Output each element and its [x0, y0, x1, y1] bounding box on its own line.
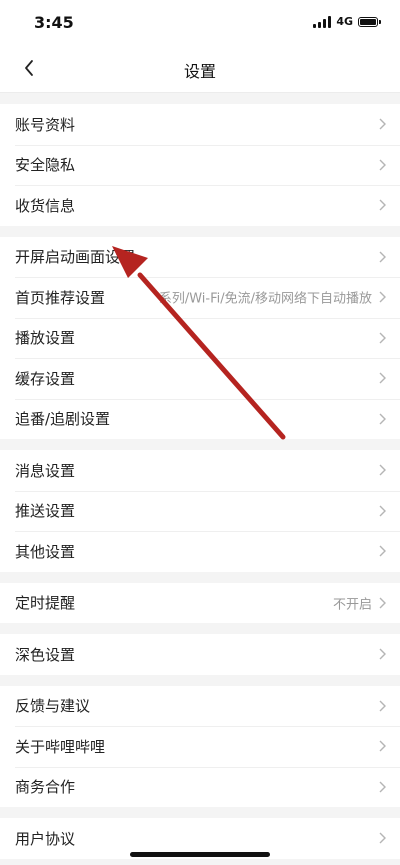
settings-row-dark-mode[interactable]: 深色设置 — [0, 634, 400, 675]
settings-group-about: 反馈与建议 关于哔哩哔哩 商务合作 — [0, 685, 400, 808]
chevron-right-icon — [379, 251, 386, 263]
settings-row-splash-screen[interactable]: 开屏启动画面设置 — [0, 237, 400, 278]
navigation-bar: 设置 — [0, 44, 400, 93]
row-label: 安全隐私 — [15, 156, 76, 175]
chevron-right-icon — [379, 545, 386, 557]
settings-group-reminder: 定时提醒 不开启 — [0, 582, 400, 624]
settings-row-timed-reminder[interactable]: 定时提醒 不开启 — [0, 583, 400, 624]
settings-group-notifications: 消息设置 推送设置 其他设置 — [0, 450, 400, 572]
row-label: 深色设置 — [15, 645, 76, 664]
settings-row-cache[interactable]: 缓存设置 — [0, 358, 400, 399]
row-label: 推送设置 — [15, 502, 76, 521]
chevron-right-icon — [379, 740, 386, 752]
row-label: 反馈与建议 — [15, 697, 91, 716]
chevron-right-icon — [379, 700, 386, 712]
row-value: 系列/Wi-Fi/免流/移动网络下自动播放 — [158, 291, 372, 307]
chevron-right-icon — [379, 597, 386, 609]
chevron-right-icon — [379, 505, 386, 517]
settings-row-feedback[interactable]: 反馈与建议 — [0, 686, 400, 727]
row-label: 消息设置 — [15, 461, 76, 480]
row-label: 账号资料 — [15, 115, 76, 134]
settings-row-security-privacy[interactable]: 安全隐私 — [0, 144, 400, 186]
chevron-right-icon — [379, 332, 386, 344]
status-bar: 3:45 4G — [0, 0, 400, 44]
row-label: 其他设置 — [15, 542, 76, 561]
row-label: 用户协议 — [15, 829, 76, 848]
settings-row-about[interactable]: 关于哔哩哔哩 — [0, 726, 400, 767]
chevron-right-icon — [379, 118, 386, 130]
settings-row-home-recommend[interactable]: 首页推荐设置 系列/Wi-Fi/免流/移动网络下自动播放 — [0, 277, 400, 318]
chevron-right-icon — [379, 159, 386, 171]
row-label: 播放设置 — [15, 329, 76, 348]
chevron-right-icon — [379, 199, 386, 211]
row-value: 不开启 — [332, 597, 372, 613]
settings-row-message[interactable]: 消息设置 — [0, 450, 400, 491]
network-label: 4G — [336, 15, 353, 28]
row-label: 商务合作 — [15, 778, 76, 797]
page-title: 设置 — [183, 62, 216, 81]
settings-row-follow-series[interactable]: 追番/追剧设置 — [0, 398, 400, 440]
chevron-right-icon — [379, 464, 386, 476]
chevron-right-icon — [379, 781, 386, 793]
settings-row-account-profile[interactable]: 账号资料 — [0, 104, 400, 145]
status-time: 3:45 — [34, 13, 74, 32]
row-label: 追番/追剧设置 — [15, 410, 111, 429]
row-label: 定时提醒 — [15, 594, 76, 613]
signal-icon — [313, 15, 332, 28]
settings-row-push[interactable]: 推送设置 — [0, 490, 400, 532]
settings-group-account: 账号资料 安全隐私 收货信息 — [0, 104, 400, 226]
settings-row-other[interactable]: 其他设置 — [0, 531, 400, 572]
settings-group-playback: 开屏启动画面设置 首页推荐设置 系列/Wi-Fi/免流/移动网络下自动播放 播放… — [0, 236, 400, 440]
row-label: 开屏启动画面设置 — [15, 248, 136, 267]
row-label: 关于哔哩哔哩 — [15, 737, 106, 756]
home-indicator — [130, 852, 270, 857]
settings-row-playback[interactable]: 播放设置 — [0, 317, 400, 359]
chevron-right-icon — [379, 413, 386, 425]
settings-row-business[interactable]: 商务合作 — [0, 766, 400, 808]
battery-icon — [358, 16, 381, 27]
row-label: 收货信息 — [15, 196, 76, 215]
chevron-right-icon — [379, 648, 386, 660]
status-icons: 4G — [313, 15, 381, 28]
row-label: 缓存设置 — [15, 369, 76, 388]
chevron-right-icon — [379, 832, 386, 844]
row-label: 首页推荐设置 — [15, 288, 106, 307]
chevron-right-icon — [379, 372, 386, 384]
settings-group-appearance: 深色设置 — [0, 634, 400, 675]
settings-row-shipping-info[interactable]: 收货信息 — [0, 185, 400, 226]
chevron-right-icon — [379, 291, 386, 303]
